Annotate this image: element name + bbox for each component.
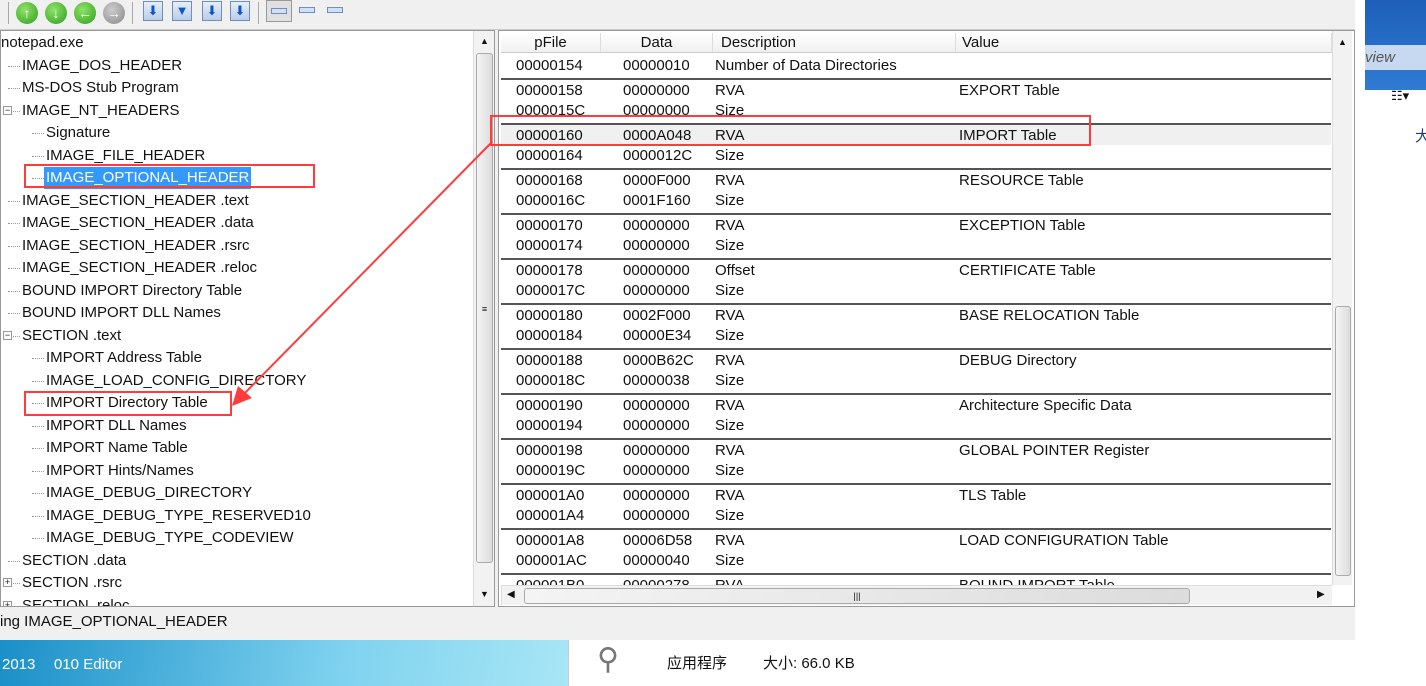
file-details-pane: ⚲ 应用程序 大小: 66.0 KB bbox=[568, 640, 1426, 686]
details-view-icon[interactable]: ☷▾ bbox=[1391, 88, 1409, 104]
status-bar: ing IMAGE_OPTIONAL_HEADER bbox=[0, 608, 1355, 638]
status-text: ing IMAGE_OPTIONAL_HEADER bbox=[0, 613, 228, 630]
background-window: view ☷▾ 大 bbox=[1355, 0, 1426, 640]
key-icon: ⚲ bbox=[597, 643, 619, 676]
taskbar-item[interactable]: 2013 bbox=[2, 656, 35, 673]
taskbar-item-010-editor[interactable]: 010 Editor bbox=[54, 656, 122, 673]
column-header-partial: 大 bbox=[1415, 128, 1426, 145]
file-size: 大小: 66.0 KB bbox=[763, 655, 855, 672]
file-type: 应用程序 bbox=[667, 655, 728, 672]
annotation-arrow bbox=[232, 141, 493, 406]
taskbar: 2013 010 Editor bbox=[0, 640, 568, 686]
view-text: view bbox=[1365, 45, 1426, 70]
